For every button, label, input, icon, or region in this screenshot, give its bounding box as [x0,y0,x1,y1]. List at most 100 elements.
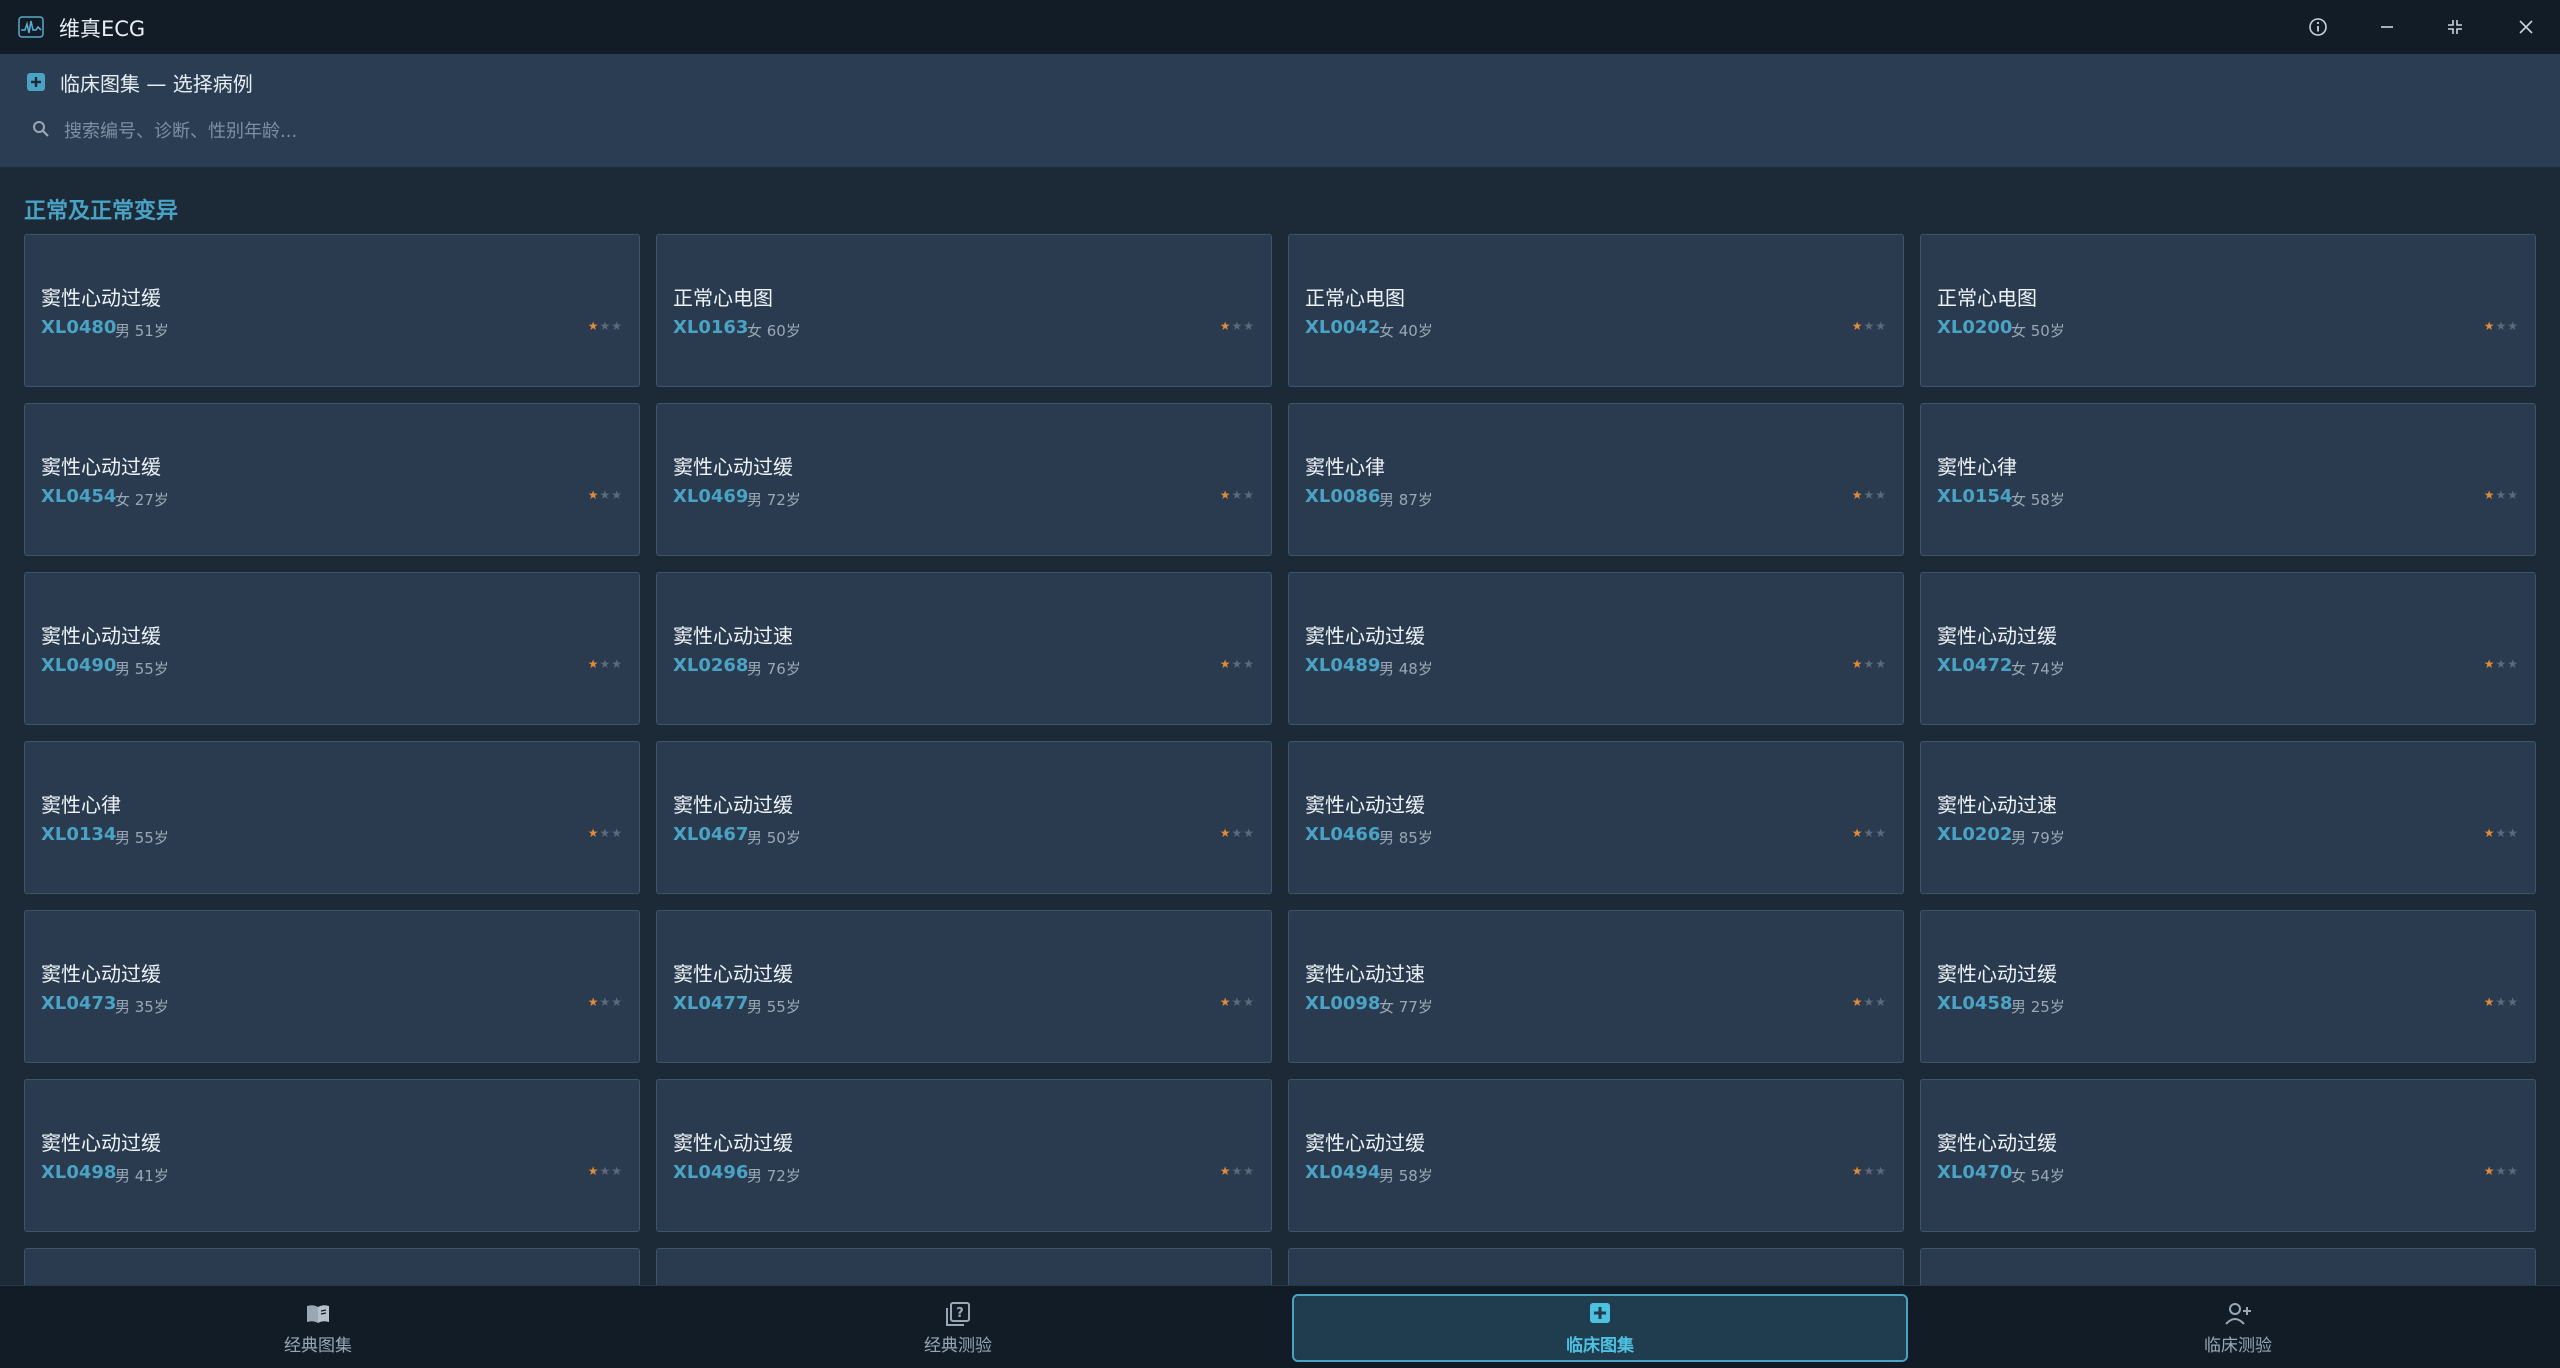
plus-square-icon [1590,1302,1610,1323]
case-card[interactable]: 窦性心动过缓 XL0489 男 48岁 ★★★ [1288,572,1904,725]
case-card[interactable]: 窦性心动过缓 XL0466 男 85岁 ★★★ [1288,741,1904,894]
case-diagnosis: 窦性心动过缓 [1305,793,1425,817]
restore-button[interactable] [2435,11,2475,43]
star-icon: ★ [1231,657,1244,671]
nav-tab-4[interactable]: 临床测验 [1930,1294,2546,1362]
case-patient-info: 男 87岁 [1379,491,1433,509]
difficulty-rating: ★★★ [588,1164,623,1178]
add-user-icon [2225,1302,2251,1325]
case-diagnosis: 窦性心动过速 [1937,793,2057,817]
minimize-button[interactable] [2367,11,2407,43]
star-icon: ★ [1219,488,1232,502]
search-input[interactable] [64,114,2534,148]
case-card[interactable]: 窦性心动过速 XL0268 男 76岁 ★★★ [656,572,1272,725]
page-header: 临床图集 — 选择病例 [0,54,2560,167]
case-id: XL0477 [673,993,749,1014]
case-card[interactable]: 窦性心动过缓 XL0496 男 72岁 ★★★ [656,1079,1272,1232]
case-patient-info: 女 40岁 [1379,322,1433,340]
case-patient-info: 男 41岁 [115,1167,169,1185]
star-icon: ★ [1231,1164,1244,1178]
case-card[interactable]: 正常心电图 XL0200 女 50岁 ★★★ [1920,234,2536,387]
case-id: XL0154 [1937,486,2013,507]
case-id: XL0490 [41,655,117,676]
star-icon: ★ [587,657,600,671]
case-id: XL0042 [1305,317,1381,338]
nav-tab-label: 临床图集 [1566,1335,1634,1356]
case-card[interactable]: 窦性心律 XL0086 男 87岁 ★★★ [1288,403,1904,556]
case-list[interactable]: 正常及正常变异 窦性心动过缓 XL0480 男 51岁 ★★★ 正常心电图 XL0163 女… [0,167,2560,1285]
case-card[interactable]: 窦性心动过缓 XL0473 男 35岁 ★★★ [24,910,640,1063]
star-icon: ★ [1243,488,1255,502]
case-card[interactable]: 窦性心动过速 XL0202 男 79岁 ★★★ [1920,741,2536,894]
info-button[interactable] [2298,11,2338,43]
case-patient-info: 男 58岁 [1379,1167,1433,1185]
case-diagnosis: 窦性心动过缓 [1937,962,2057,986]
case-card[interactable]: 窦性心动过缓 XL0490 男 55岁 ★★★ [24,572,640,725]
case-card[interactable]: 正常心电图 XL0163 女 60岁 ★★★ [656,234,1272,387]
case-card[interactable]: 窦性心动过缓 XL0472 女 74岁 ★★★ [1920,572,2536,725]
case-card[interactable]: 窦性心动过缓 XL0454 女 27岁 ★★★ [24,403,640,556]
case-card[interactable]: 窦性心动过缓 XL0458 男 25岁 ★★★ [1920,910,2536,1063]
case-diagnosis: 窦性心动过缓 [673,1131,793,1155]
star-icon: ★ [1875,319,1887,333]
case-id: XL0202 [1937,824,2013,845]
nav-tab-label: 经典测验 [924,1335,992,1356]
star-icon: ★ [2495,826,2508,840]
case-card[interactable]: 窦性心动过缓 XL0467 男 50岁 ★★★ [656,741,1272,894]
difficulty-rating: ★★★ [1220,657,1255,671]
case-card[interactable]: 窦性心动过缓 XL0480 男 51岁 ★★★ [24,234,640,387]
star-icon: ★ [1875,1164,1887,1178]
case-card[interactable]: 窦性心律 XL0154 女 58岁 ★★★ [1920,403,2536,556]
star-icon: ★ [1851,657,1864,671]
star-icon: ★ [587,319,600,333]
case-patient-info: 男 85岁 [1379,829,1433,847]
title-bar: 维真ECG [0,0,2560,54]
nav-tab-2[interactable]: ? 经典测验 [650,1294,1266,1362]
case-card[interactable]: 窦性心动过缓 XL0470 女 54岁 ★★★ [1920,1079,2536,1232]
case-patient-info: 男 55岁 [115,829,169,847]
case-id: XL0496 [673,1162,749,1183]
case-card[interactable]: 窦性心动过缓 XL0469 男 72岁 ★★★ [656,403,1272,556]
case-diagnosis: 窦性心动过缓 [1305,1131,1425,1155]
star-icon: ★ [2507,995,2519,1009]
case-card[interactable]: 窦性心动过缓 XL0477 男 55岁 ★★★ [656,910,1272,1063]
case-card[interactable]: 窦性心律 XL0134 男 55岁 ★★★ [24,741,640,894]
nav-tab-3[interactable]: 临床图集 [1292,1294,1908,1362]
case-card-partial[interactable] [1920,1248,2536,1285]
case-card-partial[interactable] [1288,1248,1904,1285]
case-card[interactable]: 窦性心动过缓 XL0494 男 58岁 ★★★ [1288,1079,1904,1232]
case-diagnosis: 窦性心动过缓 [41,286,161,310]
difficulty-rating: ★★★ [1220,488,1255,502]
star-icon: ★ [599,995,612,1009]
star-icon: ★ [1863,826,1876,840]
case-card[interactable]: 窦性心动过速 XL0098 女 77岁 ★★★ [1288,910,1904,1063]
case-card[interactable]: 窦性心动过缓 XL0498 男 41岁 ★★★ [24,1079,640,1232]
star-icon: ★ [2483,995,2496,1009]
difficulty-rating: ★★★ [1220,995,1255,1009]
star-icon: ★ [2507,1164,2519,1178]
case-card-partial[interactable] [656,1248,1272,1285]
star-icon: ★ [587,488,600,502]
star-icon: ★ [599,319,612,333]
nav-tab-1[interactable]: 经典图集 [10,1294,626,1362]
star-icon: ★ [611,319,623,333]
star-icon: ★ [1851,488,1864,502]
close-button[interactable] [2506,11,2546,43]
case-card-partial[interactable] [24,1248,640,1285]
plus-square-icon [27,73,45,91]
case-diagnosis: 窦性心动过缓 [41,962,161,986]
case-id: XL0498 [41,1162,117,1183]
case-patient-info: 女 58岁 [2011,491,2065,509]
case-diagnosis: 窦性心动过缓 [673,793,793,817]
info-icon [2309,18,2327,36]
star-icon: ★ [2495,488,2508,502]
star-icon: ★ [611,657,623,671]
case-patient-info: 男 25岁 [2011,998,2065,1016]
case-id: XL0467 [673,824,749,845]
case-patient-info: 男 50岁 [747,829,801,847]
case-card[interactable]: 正常心电图 XL0042 女 40岁 ★★★ [1288,234,1904,387]
case-diagnosis: 窦性心动过缓 [673,455,793,479]
case-diagnosis: 窦性心律 [41,793,121,817]
difficulty-rating: ★★★ [2484,488,2519,502]
case-diagnosis: 窦性心动过缓 [41,624,161,648]
